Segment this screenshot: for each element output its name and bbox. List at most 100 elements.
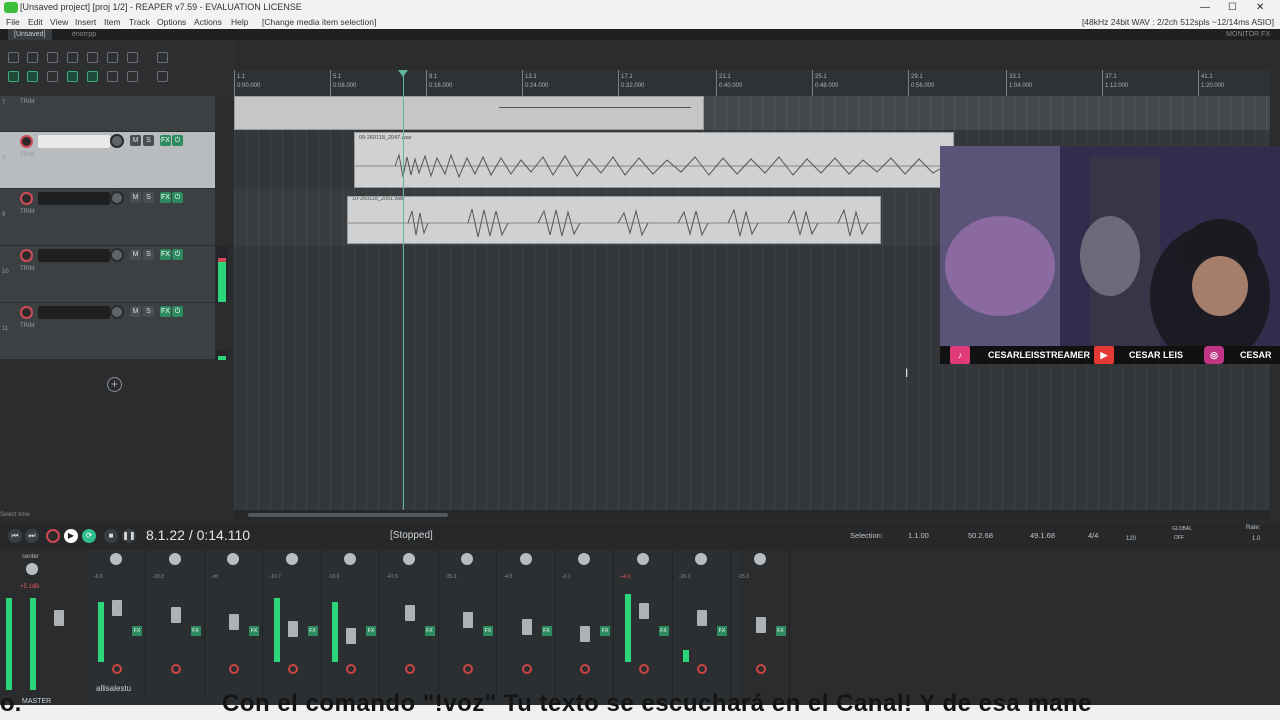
track-10[interactable]: M S FX ⏻ TRIM 10 [0, 246, 215, 303]
pan-knob[interactable] [344, 553, 356, 565]
volume-fader[interactable] [404, 605, 415, 621]
record-arm-button[interactable] [580, 664, 590, 674]
mute-button[interactable]: M [130, 306, 141, 317]
phase-button[interactable]: ⏻ [172, 306, 183, 317]
maximize-button[interactable]: ☐ [1228, 0, 1237, 15]
fx-button[interactable]: FX [775, 626, 786, 636]
fx-button[interactable]: FX [424, 626, 435, 636]
cursor-tool-icon[interactable] [157, 71, 168, 82]
track-name-field[interactable] [38, 192, 110, 205]
track-name-field[interactable] [38, 306, 110, 319]
record-arm-button[interactable] [20, 192, 33, 205]
media-item-09[interactable]: 09-260118_2047.wav [354, 132, 954, 188]
fx-button[interactable]: FX [483, 626, 493, 636]
record-arm-button[interactable] [20, 306, 33, 319]
volume-knob[interactable] [110, 134, 124, 148]
audio-device-info[interactable]: [48kHz 24bit WAV : 2/2ch 512spls ~12/14m… [1082, 15, 1274, 29]
mute-button[interactable]: M [130, 192, 141, 203]
global-label[interactable]: GLOBAL [1172, 526, 1192, 532]
minimize-button[interactable]: — [1200, 0, 1210, 15]
volume-fader[interactable] [287, 621, 298, 637]
record-arm-button[interactable] [638, 664, 649, 674]
record-arm-button[interactable] [287, 664, 298, 674]
ripple-edit-icon[interactable] [8, 71, 19, 82]
fx-button[interactable]: FX [132, 626, 142, 636]
phase-button[interactable]: ⏻ [172, 192, 183, 203]
fx-button[interactable]: FX [366, 626, 376, 636]
go-to-start-button[interactable]: ⏮ [8, 529, 22, 543]
menu-options[interactable]: Options [157, 15, 186, 29]
selection-start[interactable]: 1.1.00 [908, 531, 929, 540]
close-button[interactable]: ✕ [1256, 0, 1264, 15]
mute-button[interactable]: M [130, 249, 141, 260]
timeline-ruler[interactable]: 1.1 0:00.000 5.1 0:08.000 9.1 0:16.000 13.1… [234, 70, 1270, 96]
play-button[interactable]: ▶ [64, 529, 78, 543]
record-button[interactable] [46, 529, 60, 543]
fx-button[interactable]: FX [190, 626, 201, 636]
volume-fader[interactable] [638, 603, 649, 619]
volume-fader[interactable] [229, 614, 239, 630]
menu-help[interactable]: Help [231, 15, 248, 29]
track-name-field[interactable] [38, 249, 110, 262]
horizontal-scrollbar[interactable] [234, 510, 1270, 520]
record-arm-button[interactable] [755, 664, 766, 674]
fx-button[interactable]: FX [717, 626, 727, 636]
loop-points-icon[interactable] [107, 71, 118, 82]
volume-fader[interactable] [521, 619, 532, 635]
volume-fader[interactable] [463, 612, 473, 628]
snap-grid-icon[interactable] [87, 71, 98, 82]
pan-knob[interactable] [519, 553, 532, 565]
track-name-field[interactable] [38, 135, 110, 148]
master-fader[interactable] [54, 610, 64, 626]
tab-project-1[interactable]: [Unsaved] [8, 29, 52, 40]
record-arm-button[interactable] [20, 135, 33, 148]
undo-icon[interactable] [87, 52, 98, 63]
fx-button[interactable]: FX [160, 192, 171, 203]
media-item-10[interactable]: 10-260118_2051.wav [347, 196, 881, 244]
monitor-fx-label[interactable]: MONITOR FX [1226, 29, 1270, 40]
menu-track[interactable]: Track [129, 15, 150, 29]
toolbar-toggle-icon[interactable] [157, 52, 168, 63]
lock-icon[interactable] [127, 71, 138, 82]
time-signature[interactable]: 4/4 [1088, 531, 1098, 540]
record-arm-button[interactable] [229, 664, 239, 674]
track-7[interactable]: TRIM 7 [0, 96, 215, 132]
pan-knob[interactable] [578, 553, 590, 565]
record-arm-button[interactable] [346, 664, 356, 674]
time-display[interactable]: 8.1.22 / 0:14.110 [146, 527, 250, 543]
fx-button[interactable]: FX [249, 626, 259, 636]
open-project-icon[interactable] [27, 52, 38, 63]
fx-button[interactable]: FX [307, 626, 318, 636]
menu-edit[interactable]: Edit [28, 15, 43, 29]
record-arm-button[interactable] [112, 664, 122, 674]
volume-fader[interactable] [112, 600, 122, 616]
record-arm-button[interactable] [170, 664, 181, 674]
selection-end[interactable]: 50.2.68 [968, 531, 993, 540]
global-state[interactable]: OFF [1174, 535, 1184, 541]
solo-button[interactable]: S [143, 135, 154, 146]
solo-button[interactable]: S [143, 249, 154, 260]
volume-fader[interactable] [755, 617, 766, 633]
track-11[interactable]: M S FX ⏻ TRIM 11 [0, 303, 215, 360]
volume-knob[interactable] [110, 305, 124, 319]
menu-view[interactable]: View [50, 15, 68, 29]
solo-button[interactable]: S [143, 306, 154, 317]
volume-fader[interactable] [170, 607, 181, 623]
fx-button[interactable]: FX [541, 626, 552, 636]
pan-knob[interactable] [110, 553, 122, 565]
volume-fader[interactable] [580, 626, 590, 642]
fx-button[interactable]: FX [160, 135, 171, 146]
record-arm-button[interactable] [463, 664, 473, 674]
pause-button[interactable]: ❚❚ [122, 529, 136, 543]
volume-knob[interactable] [110, 191, 124, 205]
pan-knob[interactable] [285, 553, 298, 565]
auto-crossfade-icon[interactable] [47, 71, 58, 82]
pan-knob[interactable] [636, 553, 649, 565]
scroll-thumb[interactable] [248, 513, 448, 517]
menu-insert[interactable]: Insert [75, 15, 96, 29]
volume-fader[interactable] [346, 628, 356, 644]
pan-knob[interactable] [168, 553, 181, 565]
pan-knob[interactable] [402, 553, 415, 565]
phase-button[interactable]: ⏻ [172, 135, 183, 146]
tempo-bpm[interactable]: 120 [1126, 536, 1136, 542]
